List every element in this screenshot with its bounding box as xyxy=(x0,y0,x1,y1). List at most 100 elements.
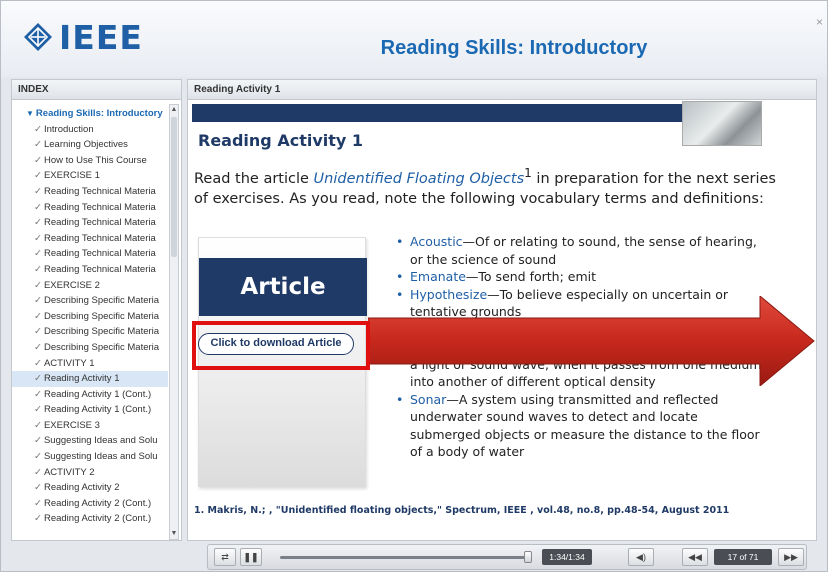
previous-slide-icon[interactable]: ◀◀ xyxy=(682,548,708,566)
index-item-label: Describing Specific Materia xyxy=(43,310,160,322)
seek-handle[interactable] xyxy=(524,551,532,563)
term-name: Emanate xyxy=(410,269,466,284)
player-controls: ⇄ ❚❚ 1:34/1:34 ◀) ◀◀ 17 of 71 ▶▶ xyxy=(207,544,807,570)
index-item[interactable]: ✓ ACTIVITY 1 xyxy=(12,356,168,372)
index-list: ▼ Reading Skills: Introductory ✓ Introducti… xyxy=(12,101,168,541)
index-item[interactable]: ✓ Describing Specific Materia xyxy=(12,309,168,325)
checkmark-icon: ✓ xyxy=(34,482,42,494)
index-item[interactable]: ✓ Reading Activity 1 (Cont.) xyxy=(12,402,168,418)
slide-panel-title: Reading Activity 1 xyxy=(188,80,816,100)
checkmark-icon: ✓ xyxy=(34,232,42,244)
checkmark-icon: ✓ xyxy=(34,513,42,525)
expand-triangle-icon: ▼ xyxy=(26,109,34,118)
index-item[interactable]: ✓ Suggesting Ideas and Solu xyxy=(12,433,168,449)
checkmark-icon: ✓ xyxy=(34,170,42,182)
page-counter: 17 of 71 xyxy=(714,549,772,565)
index-item[interactable]: ✓ Reading Activity 1 (Cont.) xyxy=(12,387,168,403)
footnote: 1. Makris, N.; , "Unidentified floating … xyxy=(194,505,730,516)
index-item[interactable]: ✓ EXERCISE 3 xyxy=(12,418,168,434)
index-item-label: Describing Specific Materia xyxy=(43,341,160,353)
index-item[interactable]: ✓ Reading Technical Materia xyxy=(12,200,168,216)
pause-icon[interactable]: ❚❚ xyxy=(240,548,262,566)
vocabulary-term: Emanate—To send forth; emit xyxy=(396,268,768,286)
volume-icon[interactable]: ◀) xyxy=(628,548,654,566)
index-item-label: Reading Activity 1 (Cont.) xyxy=(43,388,152,400)
index-item[interactable]: ✓ Reading Activity 2 (Cont.) xyxy=(12,511,168,527)
index-item[interactable]: ✓ Reading Activity 2 xyxy=(12,480,168,496)
scrollbar-thumb[interactable] xyxy=(171,117,177,257)
checkmark-icon: ✓ xyxy=(34,263,42,275)
index-item-label: Suggesting Ideas and Solu xyxy=(43,451,158,463)
index-item[interactable]: ✓ Reading Technical Materia xyxy=(12,246,168,262)
index-item[interactable]: ✓ EXERCISE 1 xyxy=(12,168,168,184)
index-item[interactable]: ✓ Describing Specific Materia xyxy=(12,324,168,340)
checkmark-icon: ✓ xyxy=(34,248,42,260)
checkmark-icon: ✓ xyxy=(34,201,42,213)
index-item-label: Reading Technical Materia xyxy=(43,263,156,275)
index-item[interactable]: ✓ Reading Technical Materia xyxy=(12,215,168,231)
index-item[interactable]: ✓ Reading Technical Materia xyxy=(12,262,168,278)
index-item-label: EXERCISE 3 xyxy=(43,419,100,431)
index-item-label: Reading Technical Materia xyxy=(43,232,156,244)
index-item-label: Describing Specific Materia xyxy=(43,326,160,338)
index-item[interactable]: ✓ Reading Technical Materia xyxy=(12,231,168,247)
checkmark-icon: ✓ xyxy=(34,154,42,166)
slide-content: Reading Activity 1 Read the article Unid… xyxy=(188,101,816,540)
next-slide-icon[interactable]: ▶▶ xyxy=(778,548,804,566)
term-name: Acoustic xyxy=(410,234,463,249)
index-item-label: EXERCISE 1 xyxy=(43,170,100,182)
scroll-down-icon[interactable]: ▼ xyxy=(170,529,178,539)
seek-bar[interactable] xyxy=(280,556,526,559)
index-item-label: Reading Activity 1 xyxy=(43,373,120,385)
checkmark-icon: ✓ xyxy=(34,310,42,322)
term-definition: —A system using transmitted and reflecte… xyxy=(410,391,760,460)
index-item-label: Reading Activity 2 xyxy=(43,482,120,494)
scroll-up-icon[interactable]: ▲ xyxy=(170,105,178,115)
index-item-label: Reading Skills: Introductory xyxy=(35,108,163,119)
header: IEEE Reading Skills: Introductory × xyxy=(1,1,827,77)
index-item-label: Describing Specific Materia xyxy=(43,295,160,307)
checkmark-icon: ✓ xyxy=(34,497,42,509)
index-item[interactable]: ✓ Learning Objectives xyxy=(12,137,168,153)
term-definition: —To send forth; emit xyxy=(465,269,597,284)
index-item[interactable]: ✓ Introduction xyxy=(12,122,168,138)
index-item[interactable]: ✓ ACTIVITY 2 xyxy=(12,465,168,481)
vocabulary-term: Sonar—A system using transmitted and ref… xyxy=(396,391,768,461)
index-item[interactable]: ✓ Suggesting Ideas and Solu xyxy=(12,449,168,465)
index-scrollbar[interactable]: ▲ ▼ xyxy=(169,104,179,540)
index-item-label: Learning Objectives xyxy=(43,139,128,151)
checkmark-icon: ✓ xyxy=(34,419,42,431)
intro-before: Read the article xyxy=(194,170,314,187)
checkmark-icon: ✓ xyxy=(34,217,42,229)
close-icon[interactable]: × xyxy=(816,15,823,29)
index-item-label: Reading Technical Materia xyxy=(43,217,156,229)
download-article-button[interactable]: Click to download Article xyxy=(198,333,354,355)
intro-text: Read the article Unidentified Floating O… xyxy=(194,163,794,209)
checkmark-icon: ✓ xyxy=(34,341,42,353)
checkmark-icon: ✓ xyxy=(34,279,42,291)
index-item[interactable]: ✓ EXERCISE 2 xyxy=(12,278,168,294)
index-item-label: Reading Activity 2 (Cont.) xyxy=(43,513,152,525)
index-item[interactable]: ✓ Describing Specific Materia xyxy=(12,340,168,356)
index-item-label: Reading Technical Materia xyxy=(43,248,156,260)
index-header: INDEX xyxy=(12,80,181,100)
checkmark-icon: ✓ xyxy=(34,435,42,447)
term-name: Sonar xyxy=(410,391,447,407)
index-item[interactable]: ✓ Reading Activity 2 (Cont.) xyxy=(12,496,168,512)
index-item-label: Introduction xyxy=(43,123,94,135)
slide-top-band xyxy=(192,104,762,122)
index-panel: INDEX ▼ Reading Skills: Introductory ✓ Intr… xyxy=(11,79,182,541)
index-item[interactable]: ✓ Reading Activity 1 xyxy=(12,371,168,387)
index-item[interactable]: ✓ How to Use This Course xyxy=(12,153,168,169)
index-item[interactable]: ✓ Reading Technical Materia xyxy=(12,184,168,200)
index-item[interactable]: ✓ Describing Specific Materia xyxy=(12,293,168,309)
checkmark-icon: ✓ xyxy=(34,123,42,135)
article-label: Article xyxy=(199,258,367,316)
index-root-item[interactable]: ▼ Reading Skills: Introductory xyxy=(12,106,168,122)
checkmark-icon: ✓ xyxy=(34,139,42,151)
checkmark-icon: ✓ xyxy=(34,357,42,369)
toc-toggle-icon[interactable]: ⇄ xyxy=(214,548,236,566)
index-item-label: ACTIVITY 2 xyxy=(43,466,95,478)
slide-header-photo xyxy=(682,101,762,146)
checkmark-icon: ✓ xyxy=(34,388,42,400)
